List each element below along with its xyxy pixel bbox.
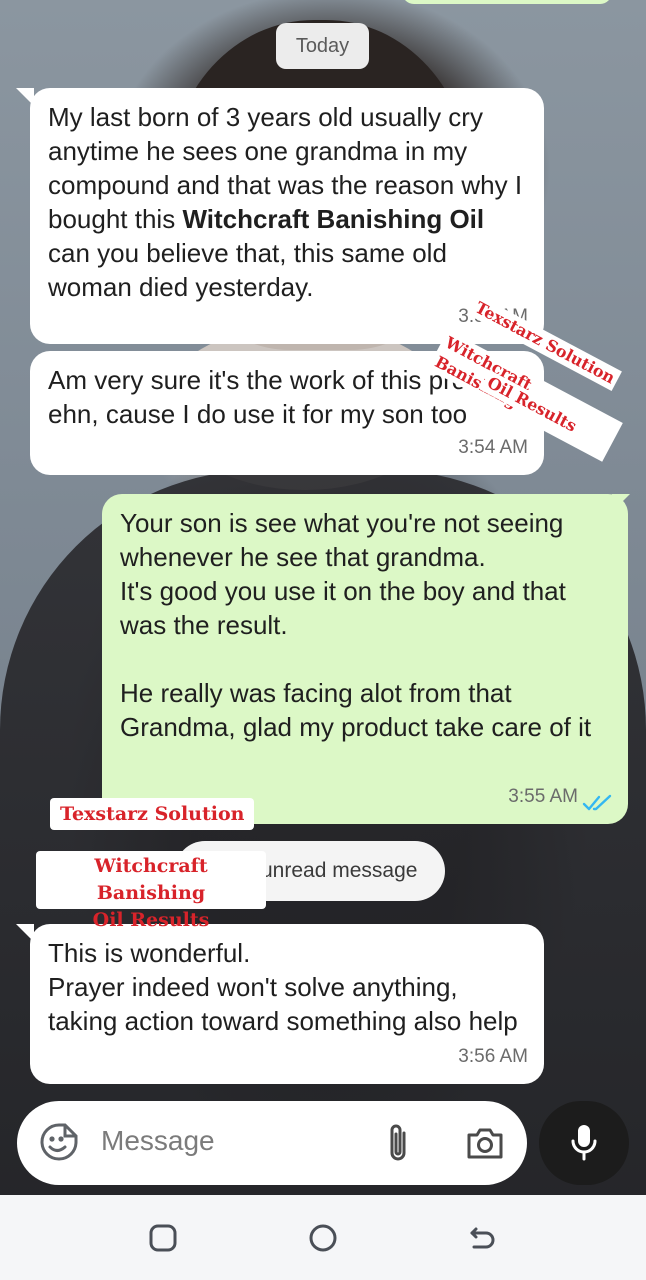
message-input[interactable]: Message [101,1125,215,1157]
message-composer[interactable]: Message [17,1101,527,1185]
bubble-tail [612,494,630,512]
mic-icon [571,1125,597,1161]
message-text: This is wonderful. Prayer indeed won't s… [48,938,518,1036]
camera-icon[interactable] [465,1125,505,1161]
back-icon[interactable] [466,1221,500,1255]
bubble-tail [16,924,34,942]
watermark-brand: Texstarz Solution [50,798,255,830]
message-text: My last born of 3 years old usually cry … [48,102,530,302]
previous-message-bubble-edge [402,0,612,4]
message-bold-text: Witchcraft Banishing Oil [182,204,485,234]
recents-icon[interactable] [146,1221,180,1255]
voice-record-button[interactable] [539,1101,629,1185]
message-time: 3:55 AM [508,786,578,807]
message-time: 3:54 AM [458,437,528,458]
watermark-caption: Witchcraft Banishing Oil Results [36,851,266,931]
read-ticks-icon [582,794,612,811]
message-text: Your son is see what you're not seeing w… [120,508,592,742]
emoji-sticker-icon[interactable] [39,1122,79,1162]
bubble-tail [16,88,34,106]
message-time: 3:56 AM [458,1046,528,1067]
home-icon[interactable] [306,1221,340,1255]
attach-icon[interactable] [383,1121,413,1165]
message-bubble-incoming[interactable]: This is wonderful. Prayer indeed won't s… [30,924,544,1084]
system-navigation-bar [0,1195,646,1280]
message-bubble-outgoing[interactable]: Your son is see what you're not seeing w… [102,494,628,824]
date-chip: Today [276,23,369,69]
message-bubble-incoming[interactable]: My last born of 3 years old usually cry … [30,88,544,344]
